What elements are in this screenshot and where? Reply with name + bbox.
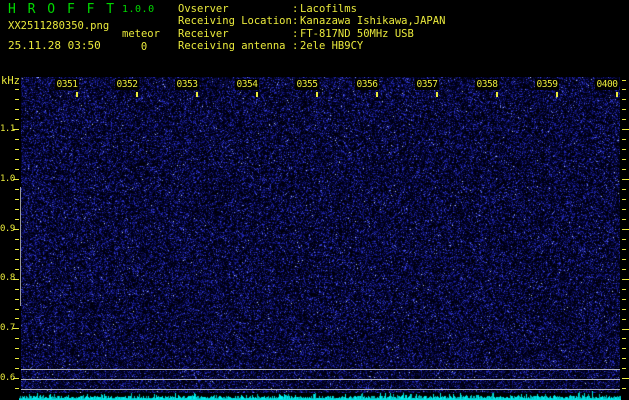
time-axis-label: 0354 [235,79,259,90]
freq-axis-tick-right [622,299,626,300]
freq-axis-tick-right [622,149,626,150]
freq-axis-tick-right [622,209,626,210]
freq-axis-tick-left [15,199,19,200]
freq-axis-tick-left [15,358,19,359]
freq-axis-tick-left [13,229,19,230]
freq-axis-tick-right [622,189,626,190]
freq-axis-tick-left [13,279,19,280]
freq-axis-tick-left [15,259,19,260]
plot-overlay: 1.1 1.0 0.9 0.8 0.7 0.6 0351 0352 0353 0354 0355 03… [0,0,629,400]
freq-axis-tick-left [15,318,19,319]
time-axis-tick [76,92,78,97]
freq-axis-tick-right [622,179,629,180]
freq-axis-tick-right [622,388,626,389]
freq-axis-tick-left [13,179,19,180]
freq-axis-tick-left [15,149,19,150]
freq-axis-label: 0.7 [0,323,14,333]
freq-axis-tick-left [13,129,19,130]
freq-axis-tick-right [622,119,626,120]
freq-axis-label: 1.0 [0,174,14,184]
time-axis-tick [496,92,498,97]
reference-line-horizontal [21,389,620,390]
time-axis-tick [256,92,258,97]
time-axis-label: 0357 [415,79,439,90]
freq-axis-tick-right [622,348,626,349]
time-axis-tick [616,92,618,97]
freq-axis-tick-right [622,159,626,160]
freq-axis-label: 0.9 [0,224,14,234]
freq-axis-tick-left [15,299,19,300]
time-axis-tick [316,92,318,97]
freq-axis-tick-right [622,309,626,310]
time-axis-label: 0358 [475,79,499,90]
freq-axis-tick-right [622,199,626,200]
freq-axis-tick-left [15,209,19,210]
time-axis-label: 0355 [295,79,319,90]
time-axis-tick [436,92,438,97]
freq-axis-tick-right [622,169,626,170]
freq-axis-tick-right [622,368,626,369]
time-axis-tick [196,92,198,97]
freq-axis-tick-right [622,129,629,130]
freq-axis-tick-right [622,80,626,81]
freq-axis-tick-left [15,119,19,120]
freq-axis-tick-left [15,89,19,90]
freq-axis-tick-right [622,249,626,250]
freq-axis-tick-left [15,189,19,190]
hrofft-window: H R O F F T 1.0.0 XX2511280350.png meteo… [0,0,629,400]
time-axis-tick [376,92,378,97]
freq-axis-tick-left [15,219,19,220]
freq-axis-tick-left [15,388,19,389]
freq-axis-tick-right [622,139,626,140]
freq-axis-tick-right [622,358,626,359]
freq-axis-tick-right [622,279,629,280]
time-axis-label: 0359 [535,79,559,90]
freq-axis-tick-left [13,328,19,329]
freq-axis-tick-right [622,289,626,290]
freq-axis-tick-left [15,239,19,240]
freq-axis-label: 0.8 [0,273,14,283]
freq-axis-tick-right [622,329,629,330]
time-axis-label: 0356 [355,79,379,90]
freq-axis-tick-left [15,99,19,100]
freq-axis-tick-left [15,289,19,290]
freq-axis-tick-left [15,309,19,310]
freq-axis-tick-left [15,368,19,369]
freq-axis-tick-right [622,319,626,320]
freq-axis-tick-left [13,378,19,379]
freq-axis-tick-right [622,259,626,260]
time-axis-label: 0353 [175,79,199,90]
freq-axis-tick-right [622,89,626,90]
reference-line-vertical [20,187,21,306]
freq-axis-tick-right [622,338,626,339]
freq-axis-tick-right [622,229,629,230]
reference-line-horizontal [21,369,620,370]
freq-axis-label: 0.6 [0,373,14,383]
time-axis-tick [556,92,558,97]
time-axis-label: 0351 [55,79,79,90]
freq-axis-tick-right [622,109,626,110]
freq-axis-tick-left [15,109,19,110]
freq-axis-tick-left [15,159,19,160]
freq-axis-tick-left [15,169,19,170]
time-axis-label: 0400 [595,79,619,90]
freq-axis-tick-right [622,378,629,379]
freq-axis-tick-right [622,239,626,240]
time-axis-tick [136,92,138,97]
freq-axis-tick-right [622,269,626,270]
freq-axis-tick-left [15,139,19,140]
freq-axis-tick-right [622,219,626,220]
freq-axis-tick-left [15,338,19,339]
freq-axis-label: 1.1 [0,124,14,134]
reference-line-horizontal [21,379,620,380]
freq-axis-tick-left [15,348,19,349]
freq-axis-tick-left [15,249,19,250]
time-axis-label: 0352 [115,79,139,90]
freq-axis-tick-right [622,99,626,100]
freq-axis-tick-left [15,269,19,270]
